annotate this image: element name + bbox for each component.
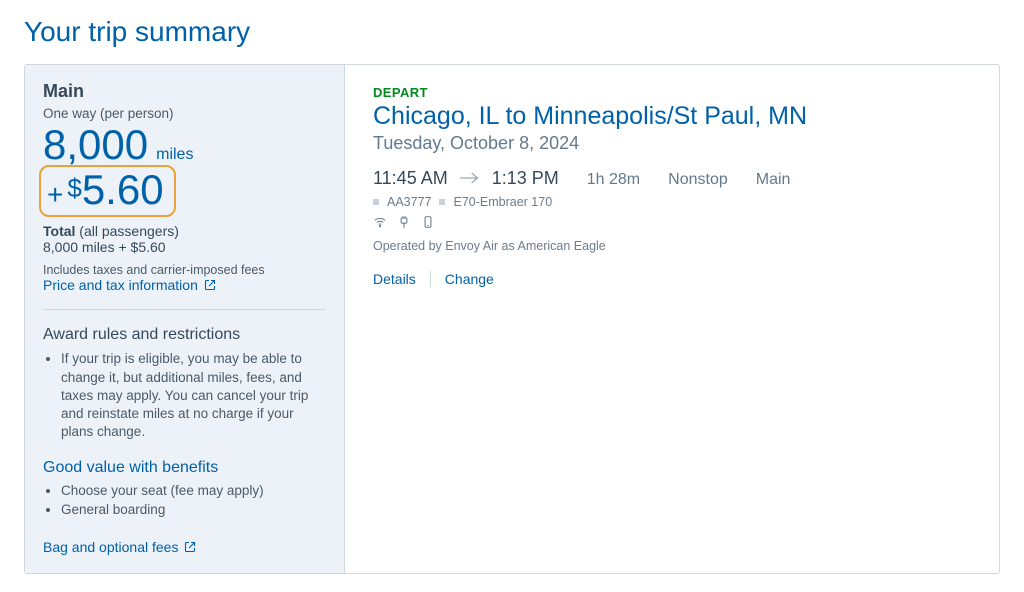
cabin: Main [756, 171, 791, 189]
aircraft-type: E70-Embraer 170 [453, 195, 552, 209]
fare-sidebar: Main One way (per person) 8,000 miles + … [25, 65, 345, 573]
flight-row: 11:45 AM 1:13 PM 1h 28m Nonstop Main [373, 168, 971, 189]
total-value: 8,000 miles + $5.60 [43, 239, 326, 255]
miles-row: 8,000 miles [43, 123, 326, 167]
total-line: Total (all passengers) [43, 223, 326, 239]
bag-fees-link-label: Bag and optional fees [43, 539, 178, 555]
miles-value: 8,000 [43, 123, 148, 167]
total-label: Total [43, 223, 75, 239]
benefit-item: Choose your seat (fee may apply) [61, 483, 326, 498]
trip-card: Main One way (per person) 8,000 miles + … [24, 64, 1000, 574]
route-text: Chicago, IL to Minneapolis/St Paul, MN [373, 102, 971, 131]
sidebar-divider [43, 309, 326, 310]
wifi-icon [373, 215, 387, 229]
external-link-icon [204, 279, 216, 291]
departure-time: 11:45 AM [373, 168, 448, 189]
price-tax-link-label: Price and tax information [43, 277, 198, 293]
cash-plus: + [47, 179, 63, 211]
arrival-time: 1:13 PM [492, 168, 559, 189]
details-link[interactable]: Details [373, 271, 416, 287]
price-tax-link[interactable]: Price and tax information [43, 277, 216, 293]
depart-label: DEPART [373, 85, 971, 100]
external-link-icon [184, 541, 196, 553]
bullet-icon [373, 199, 379, 205]
action-links: Details Change [373, 271, 971, 287]
bag-fees-link[interactable]: Bag and optional fees [43, 539, 196, 555]
rules-title: Award rules and restrictions [43, 326, 326, 344]
time-block: 11:45 AM 1:13 PM [373, 168, 559, 189]
benefits-list: Choose your seat (fee may apply) General… [43, 483, 326, 517]
power-icon [397, 215, 411, 229]
fare-name: Main [43, 81, 326, 102]
stops: Nonstop [668, 171, 728, 189]
duration: 1h 28m [587, 171, 640, 189]
change-link[interactable]: Change [445, 271, 494, 287]
benefits-title: Good value with benefits [43, 459, 326, 477]
bullet-icon [439, 199, 445, 205]
total-qualifier: (all passengers) [79, 223, 179, 239]
flight-meta: AA3777 E70-Embraer 170 [373, 195, 971, 209]
amenities-row [373, 215, 971, 229]
cash-highlight-box: + $ 5.60 [39, 165, 176, 217]
benefit-item: General boarding [61, 502, 326, 517]
cash-amount: 5.60 [82, 167, 164, 213]
page-title: Your trip summary [24, 16, 1000, 48]
arrow-right-icon [460, 171, 480, 185]
date-text: Tuesday, October 8, 2024 [373, 133, 971, 154]
rules-text: If your trip is eligible, you may be abl… [61, 350, 326, 441]
cash-dollar: $ [67, 173, 81, 204]
miles-suffix: miles [156, 146, 193, 164]
rules-list: If your trip is eligible, you may be abl… [43, 350, 326, 441]
trip-summary-container: Your trip summary Main One way (per pers… [0, 0, 1024, 574]
device-icon [421, 215, 435, 229]
flight-number: AA3777 [387, 195, 431, 209]
operated-by: Operated by Envoy Air as American Eagle [373, 239, 971, 253]
fare-subtext: One way (per person) [43, 106, 326, 121]
includes-text: Includes taxes and carrier-imposed fees [43, 263, 326, 277]
flight-details-panel: DEPART Chicago, IL to Minneapolis/St Pau… [345, 65, 999, 573]
vertical-separator [430, 271, 431, 287]
